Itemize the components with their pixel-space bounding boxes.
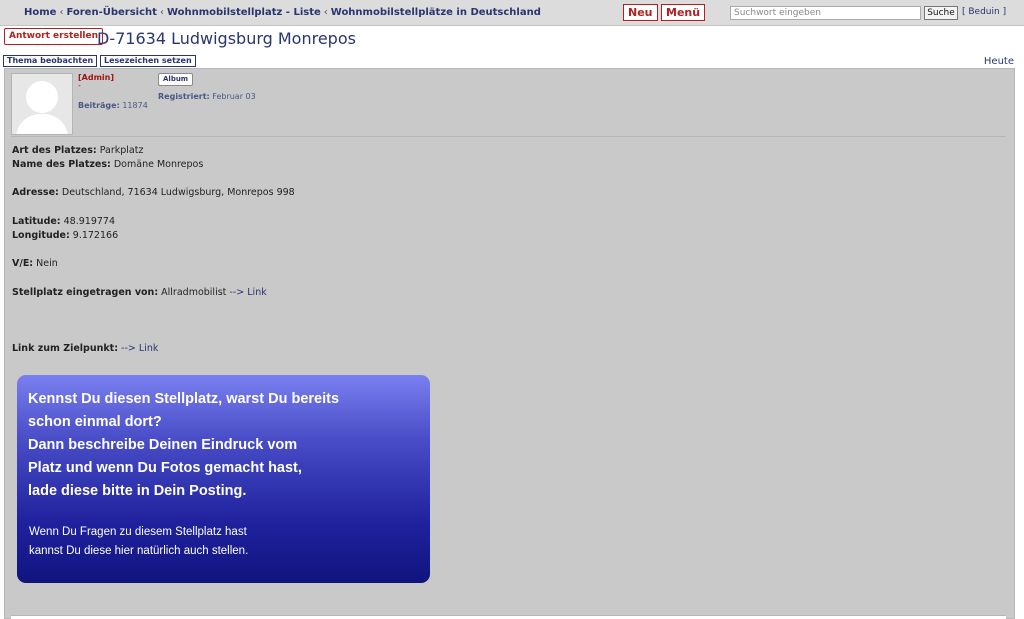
registered-value: Februar 03 (212, 92, 256, 101)
album-button[interactable]: Album (158, 73, 194, 86)
breadcrumb-separator: ‹ (159, 7, 164, 18)
breadcrumb-home[interactable]: Home (24, 7, 56, 18)
info-sub-line: kannst Du diese hier natürlich auch stel… (29, 545, 249, 557)
new-button[interactable]: Neu (623, 4, 658, 21)
breadcrumb: Home ‹ Foren-Übersicht ‹ Wohnmobilstellplatz… (24, 7, 541, 18)
info-sub-text: Wenn Du Fragen zu diesem Stellplatz hast… (29, 523, 409, 561)
author-name[interactable]: - (78, 81, 81, 90)
field-art: Art des Platzes: Parkplatz (12, 145, 143, 156)
field-label: Art des Platzes: (12, 145, 97, 156)
field-label: Stellplatz eingetragen von: (12, 287, 159, 298)
field-value: Nein (36, 258, 58, 269)
page-title: D-71634 Ludwigsburg Monrepos (97, 29, 356, 48)
info-line: lade diese bitte in Dein Posting. (28, 483, 247, 499)
field-value: 9.172166 (72, 230, 119, 241)
breadcrumb-separator: ‹ (323, 7, 328, 18)
post-count-value: 11874 (122, 101, 148, 110)
info-box: Kennst Du diesen Stellplatz, warst Du be… (17, 375, 430, 583)
field-label: Link zum Zielpunkt: (12, 343, 119, 354)
date-label: Heute (983, 56, 1014, 67)
field-label: Name des Platzes: (12, 159, 111, 170)
info-line: Platz und wenn Du Fotos gemacht hast, (28, 460, 302, 476)
field-value: Allradmobilist (161, 287, 227, 298)
field-value: Domäne Monrepos (113, 159, 204, 170)
field-label: Latitude: (12, 216, 61, 227)
next-post-edge (11, 615, 1006, 619)
reply-button[interactable]: Antwort erstellen (4, 28, 104, 45)
field-entered-by: Stellplatz eingetragen von: Allradmobili… (12, 287, 267, 298)
info-sub-line: Wenn Du Fragen zu diesem Stellplatz hast (29, 526, 247, 538)
avatar-body-icon (16, 114, 68, 134)
field-ve: V/E: Nein (12, 258, 58, 269)
bookmark-button[interactable]: Lesezeichen setzen (100, 55, 196, 67)
search-button[interactable]: Suche (924, 6, 958, 20)
breadcrumb-separator: ‹ (59, 7, 64, 18)
author-role: [Admin] (78, 73, 115, 82)
target-link[interactable]: --> Link (121, 343, 158, 354)
info-main-text: Kennst Du diesen Stellplatz, warst Du be… (28, 388, 408, 503)
field-label: Longitude: (12, 230, 70, 241)
post-count-label: Beiträge: (78, 101, 120, 110)
menu-button[interactable]: Menü (661, 4, 706, 21)
field-value: Deutschland, 71634 Ludwigsburg, Monrepos… (61, 187, 295, 198)
top-bar: Home ‹ Foren-Übersicht ‹ Wohnmobilstellplatz… (0, 0, 1024, 26)
field-target: Link zum Zielpunkt: --> Link (12, 343, 158, 354)
field-longitude: Longitude: 9.172166 (12, 230, 118, 241)
field-label: Adresse: (12, 187, 59, 198)
avatar[interactable] (11, 73, 73, 135)
breadcrumb-forum-overview[interactable]: Foren-Übersicht (66, 7, 156, 18)
field-latitude: Latitude: 48.919774 (12, 216, 115, 227)
divider (11, 136, 1006, 137)
watch-topic-button[interactable]: Thema beobachten (3, 55, 98, 67)
registered-label: Registriert: (158, 92, 210, 101)
avatar-head-icon (26, 81, 58, 113)
field-value: Parkplatz (99, 145, 144, 156)
post-container: [Admin] - Beiträge: 11874 Album Registri… (4, 68, 1015, 619)
field-value: 48.919774 (63, 216, 116, 227)
user-link[interactable]: [ Beduin ] (962, 7, 1006, 17)
field-name: Name des Platzes: Domäne Monrepos (12, 159, 203, 170)
field-label: V/E: (12, 258, 34, 269)
field-address: Adresse: Deutschland, 71634 Ludwigsburg,… (12, 187, 295, 198)
entered-by-link[interactable]: --> Link (229, 287, 266, 298)
info-line: Dann beschreibe Deinen Eindruck vom (28, 437, 298, 453)
info-line: Kennst Du diesen Stellplatz, warst Du be… (28, 391, 340, 407)
info-line: schon einmal dort? (28, 414, 162, 430)
search-input[interactable]: Suchwort eingeben (730, 6, 921, 20)
author-post-count: Beiträge: 11874 (78, 101, 148, 110)
breadcrumb-germany[interactable]: Wohnmobilstellplätze in Deutschland (331, 7, 541, 18)
registered-date: Registriert: Februar 03 (158, 92, 256, 101)
breadcrumb-stellplatz-list[interactable]: Wohnmobilstellplatz - Liste (167, 7, 321, 18)
